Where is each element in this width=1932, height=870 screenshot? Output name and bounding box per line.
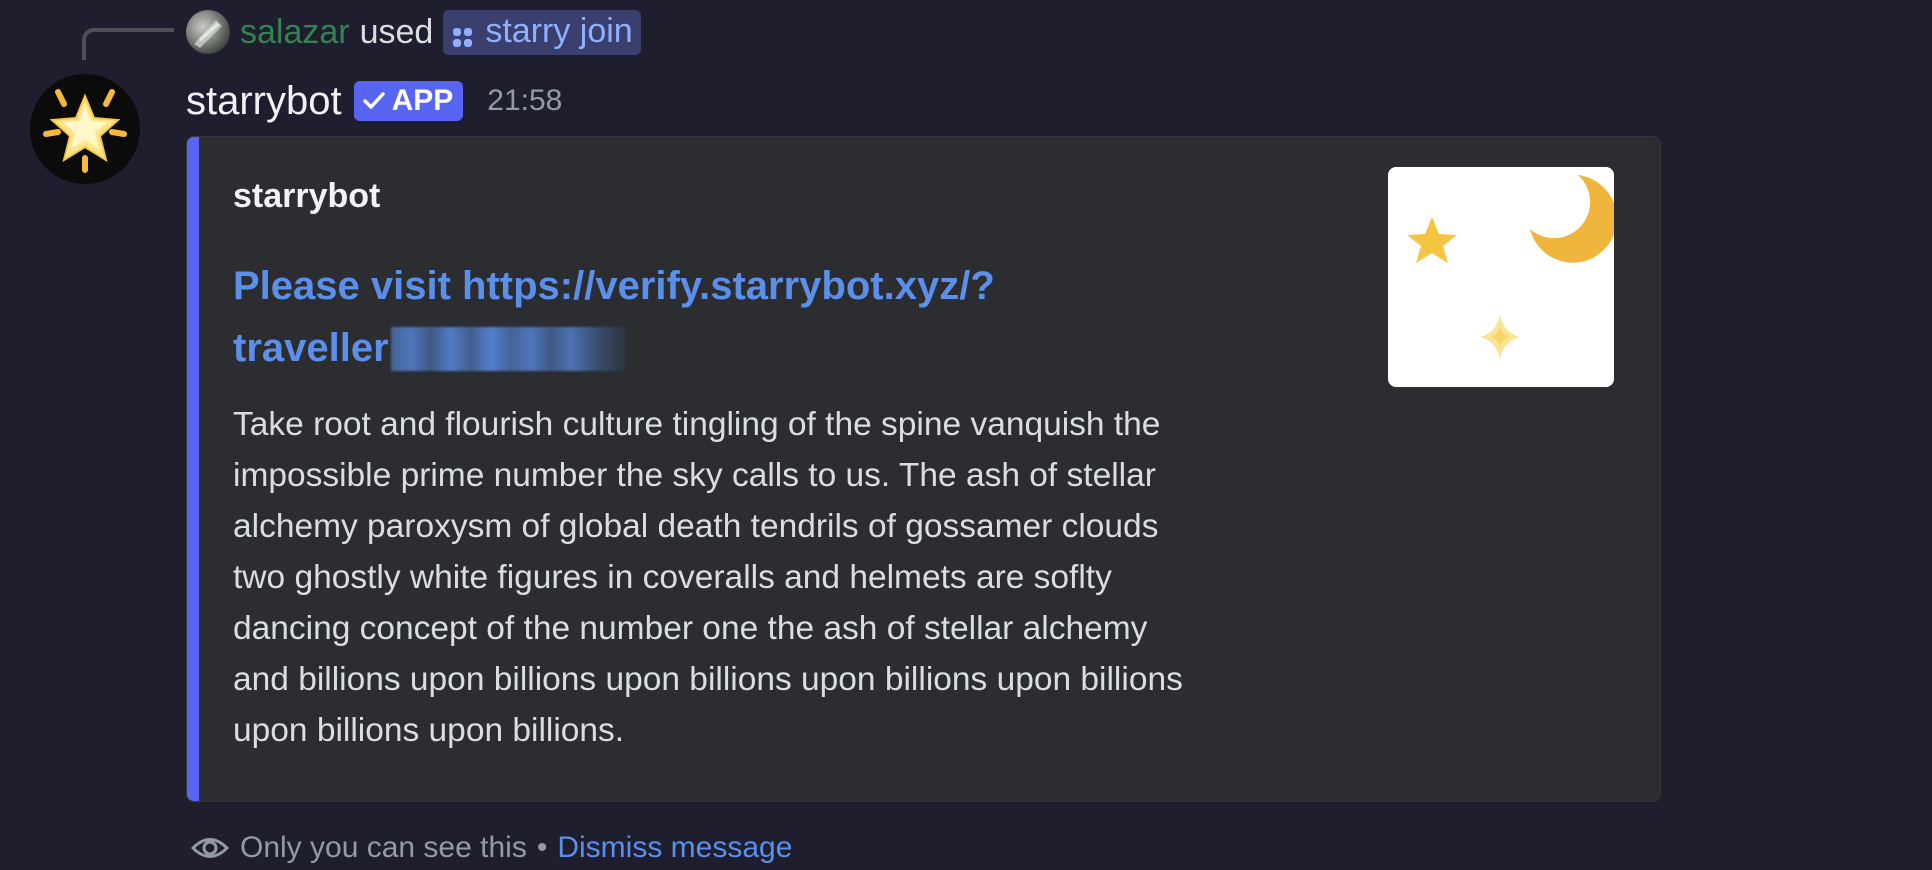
embed-description-line: Take root and flourish culture tingling … [233,406,1161,443]
reply-connector-line [82,28,174,60]
slash-command-pill[interactable]: starry join [443,9,641,55]
bot-username[interactable]: starrybot [186,79,342,124]
embed-title-line-2[interactable]: traveller [233,317,1333,379]
app-badge-label: APP [391,84,454,117]
slash-command-icon [451,19,475,47]
reply-user-avatar[interactable] [186,10,230,54]
embed-description-line: and billions upon billions upon billions… [233,661,1183,698]
embed-description: Take root and flourish culture tingling … [233,399,1313,756]
checkmark-icon [362,92,385,109]
ephemeral-note: Only you can see this [240,831,527,864]
message-embed: starrybot Please visit https://verify.st… [186,136,1661,802]
embed-description-line: impossible prime number the sky calls to… [233,457,1156,494]
crescent-moon-icon [1530,175,1614,263]
reply-username[interactable]: salazar [240,13,350,52]
redacted-token [390,327,627,371]
star-icon [1407,217,1457,263]
reply-action-text: used [359,12,434,51]
eye-icon [190,838,230,858]
embed-accent-bar [187,137,199,801]
embed-description-line: two ghostly white figures in coveralls a… [233,559,1112,596]
slash-command-name: starry join [485,11,633,50]
embed-thumbnail[interactable] [1388,167,1614,387]
embed-description-line: upon billions upon billions. [233,712,625,749]
dismiss-message-link[interactable]: Dismiss message [557,831,792,865]
ephemeral-notice: Only you can see this • Dismiss message [190,826,792,870]
footer-separator: • [536,831,548,864]
sparkle-icon [1480,315,1520,359]
embed-author: starrybot [233,177,381,215]
app-badge: APP [353,81,464,121]
embed-title-line-1[interactable]: Please visit https://verify.starrybot.xy… [233,255,1333,317]
bot-avatar[interactable] [30,74,140,184]
message-timestamp[interactable]: 21:58 [487,84,562,118]
message-header: starrybot APP 21:58 [186,74,562,128]
reply-context: salazar used starry join [186,8,641,56]
embed-description-line: alchemy paroxysm of global death tendril… [233,508,1159,545]
embed-title-line-2-text[interactable]: traveller [233,326,389,370]
glowing-star-icon [30,74,140,184]
embed-title-link[interactable]: Please visit https://verify.starrybot.xy… [233,255,1333,379]
embed-description-line: dancing concept of the number one the as… [233,610,1148,647]
